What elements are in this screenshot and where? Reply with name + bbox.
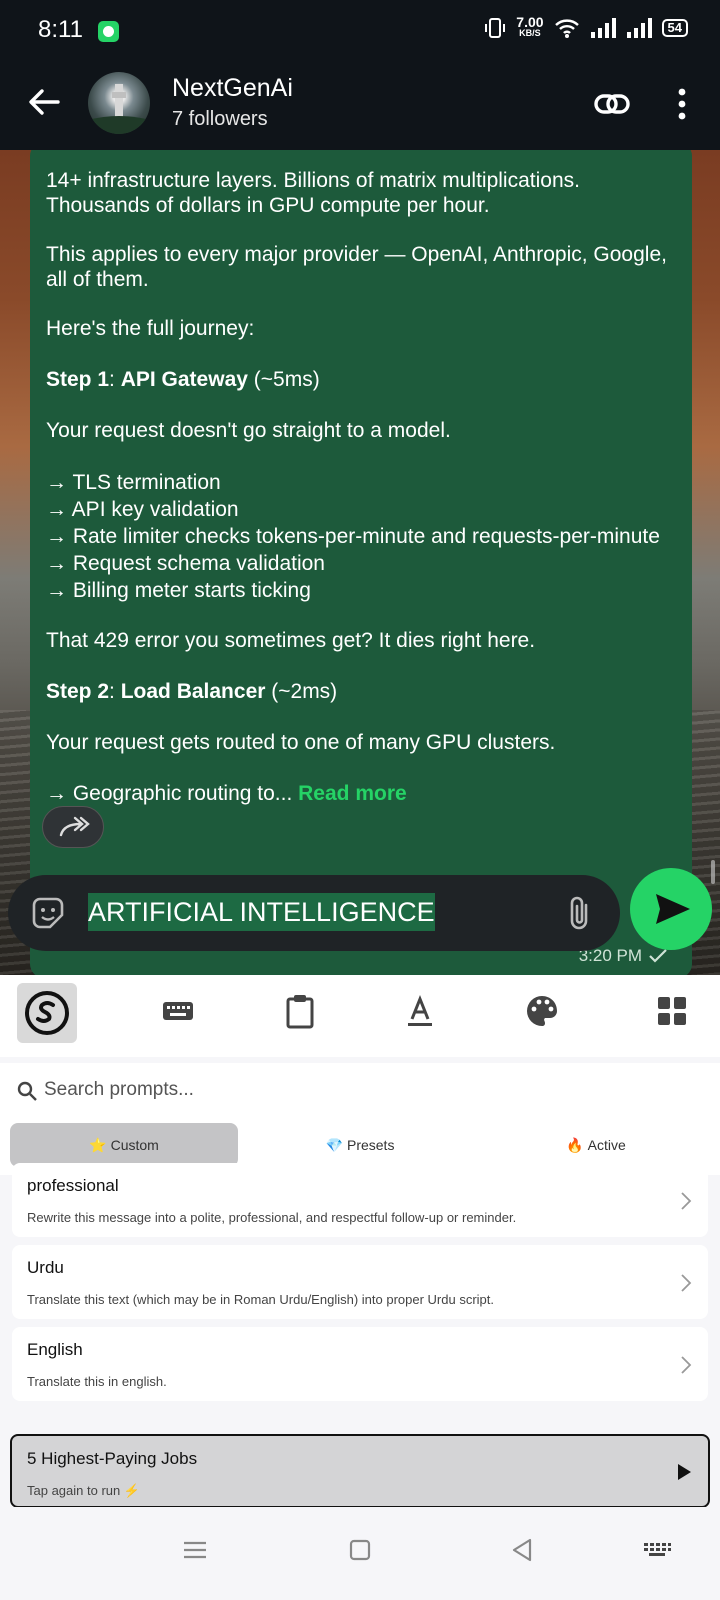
fire-icon: 🔥	[566, 1136, 584, 1153]
message-bubble[interactable]: 14+ infrastructure layers. Billions of m…	[30, 150, 692, 975]
link-icon[interactable]	[592, 84, 632, 124]
vibrate-icon	[485, 18, 506, 38]
status-time: 8:11	[38, 16, 83, 43]
step-1-title: API Gateway	[120, 368, 248, 391]
prompt-item[interactable]: professional Rewrite this message into a…	[12, 1163, 708, 1237]
keyboard-nav-icon[interactable]	[642, 1535, 672, 1565]
step-1-heading: Step 1: API Gateway (~5ms)	[46, 367, 676, 392]
more-options-icon[interactable]	[666, 84, 698, 124]
chevron-right-icon	[681, 1192, 692, 1210]
clipboard-icon[interactable]	[280, 991, 320, 1031]
chevron-right-icon	[681, 1274, 692, 1292]
prompt-title: English	[27, 1340, 83, 1359]
prompt-description: Translate this text (which may be in Rom…	[27, 1292, 494, 1307]
notification-app-icon	[98, 21, 119, 42]
play-icon[interactable]	[676, 1463, 692, 1481]
wifi-icon	[554, 19, 579, 38]
composer-text[interactable]: ARTIFICIAL INTELLIGENCE	[88, 893, 435, 931]
gem-icon: 💎	[325, 1136, 343, 1153]
message-paragraph: This applies to every major provider — O…	[46, 243, 667, 291]
keyboard-toolbar	[0, 975, 720, 1057]
step-1-time: (~5ms)	[247, 368, 320, 391]
chevron-right-icon	[681, 1356, 692, 1374]
tab-label: Active	[587, 1137, 626, 1153]
tab-active[interactable]: 🔥 Active	[482, 1123, 710, 1167]
chat-header: NextGenAi 7 followers	[0, 62, 720, 150]
prompt-search-input[interactable]	[44, 1075, 684, 1105]
message-composer[interactable]: ARTIFICIAL INTELLIGENCE	[8, 875, 620, 951]
prompt-title: professional	[27, 1176, 119, 1195]
attachment-icon[interactable]	[564, 895, 594, 931]
send-icon	[656, 894, 690, 924]
search-icon	[17, 1081, 37, 1101]
step-2-time: (~2ms)	[265, 680, 338, 703]
prompt-description: Translate this in english.	[27, 1374, 167, 1389]
send-button[interactable]	[630, 868, 712, 950]
prompt-search-bar	[0, 1063, 720, 1117]
menu-nav-icon[interactable]	[180, 1535, 210, 1565]
palette-icon[interactable]	[522, 991, 562, 1031]
truncated-text: → Geographic routing to...	[46, 782, 299, 805]
list-item: → Rate limiter checks tokens-per-minute …	[46, 525, 660, 548]
list-item: → Billing meter starts ticking	[46, 579, 311, 602]
list-item: → TLS termination	[46, 471, 221, 494]
prompt-title: Urdu	[27, 1258, 64, 1277]
step-2-label: Step 2	[46, 680, 110, 703]
sticker-icon[interactable]	[30, 895, 66, 931]
prompt-item[interactable]: English Translate this in english.	[12, 1327, 708, 1401]
tab-custom[interactable]: ⭐ Custom	[10, 1123, 238, 1167]
status-bar: 8:11 7.00 KB/S 54	[0, 0, 720, 62]
battery-indicator: 54	[661, 19, 688, 37]
system-nav-bar	[0, 1507, 720, 1600]
message-paragraph: That 429 error you sometimes get? It die…	[46, 629, 536, 652]
back-nav-icon[interactable]	[508, 1535, 538, 1565]
channel-name[interactable]: NextGenAi	[172, 74, 293, 103]
keyboard-icon[interactable]	[158, 991, 198, 1031]
tab-presets[interactable]: 💎 Presets	[246, 1123, 474, 1167]
prompts-panel: ⭐Custom 💎Presets 🔥Active professional Re…	[0, 1057, 720, 1508]
read-more-link[interactable]: Read more	[298, 782, 407, 805]
status-icons: 7.00 KB/S 54	[484, 14, 688, 39]
text-format-icon[interactable]	[400, 991, 440, 1031]
step-2-title: Load Balancer	[120, 680, 266, 703]
list-item: → API key validation	[46, 498, 239, 521]
step-2-heading: Step 2: Load Balancer (~2ms)	[46, 679, 676, 704]
home-nav-icon[interactable]	[345, 1535, 375, 1565]
tab-label: Presets	[346, 1137, 395, 1153]
network-speed: 7.00 KB/S	[516, 14, 544, 39]
step-1-sep: :	[109, 368, 121, 391]
tab-label: Custom	[110, 1137, 159, 1153]
message-paragraph-truncated: → Geographic routing to... Read more	[46, 781, 676, 806]
back-arrow-icon[interactable]	[24, 82, 64, 122]
forward-button[interactable]	[42, 806, 104, 848]
step-1-label: Step 1	[46, 368, 110, 391]
prompt-description: Rewrite this message into a polite, prof…	[27, 1210, 517, 1225]
network-speed-value: 7.00	[516, 14, 544, 30]
channel-avatar[interactable]	[88, 72, 150, 134]
prompt-title: 5 Highest-Paying Jobs	[27, 1449, 198, 1468]
star-icon: ⭐	[89, 1136, 107, 1153]
prompts-tool-button[interactable]	[17, 983, 77, 1043]
prompt-run-hint: Tap again to run ⚡	[27, 1483, 141, 1498]
message-paragraph: Here's the full journey:	[46, 317, 255, 340]
prompt-item[interactable]: Urdu Translate this text (which may be i…	[12, 1245, 708, 1319]
forward-icon	[59, 816, 90, 837]
signal-icon-sim1	[590, 18, 616, 38]
chat-area[interactable]: 14+ infrastructure layers. Billions of m…	[0, 150, 720, 975]
grid-menu-icon[interactable]	[652, 991, 692, 1031]
followers-count: 7 followers	[172, 108, 268, 130]
message-paragraph: 14+ infrastructure layers. Billions of m…	[46, 169, 580, 217]
message-paragraph: Your request gets routed to one of many …	[46, 731, 556, 754]
network-speed-unit: KB/S	[519, 28, 541, 38]
prompts-logo-icon	[25, 991, 69, 1035]
list-item: → Request schema validation	[46, 552, 325, 575]
prompt-item-selected[interactable]: 5 Highest-Paying Jobs Tap again to run ⚡	[10, 1434, 710, 1508]
signal-icon-sim2	[626, 18, 652, 38]
step-2-sep: :	[109, 680, 121, 703]
message-paragraph: Your request doesn't go straight to a mo…	[46, 419, 451, 442]
